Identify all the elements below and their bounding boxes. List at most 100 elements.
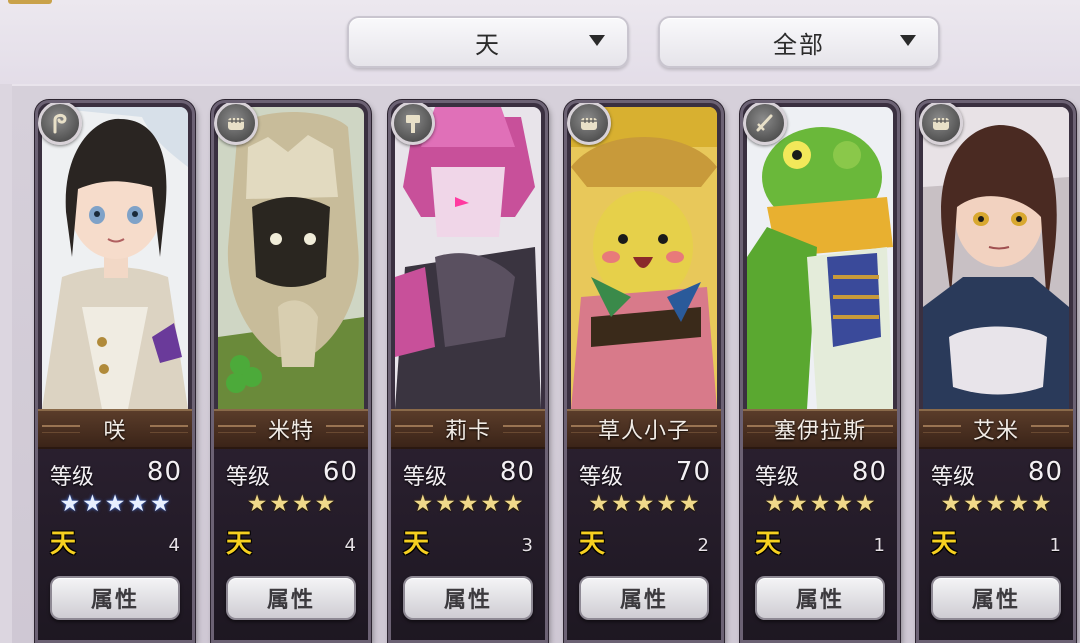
level-value: 60	[322, 457, 358, 487]
rank-badge: 天	[226, 529, 253, 559]
character-card[interactable]: 草人小子 等级 70 ★ ★ ★ ★ ★ 天 2 属性	[564, 100, 724, 643]
star-icon: ★	[764, 491, 786, 517]
character-info: 等级 80 ★ ★ ★ ★ ★ 天 4 属性	[38, 449, 192, 640]
level-label: 等级	[226, 465, 271, 490]
level-value: 80	[499, 457, 535, 487]
category-filter-label: 全部	[773, 30, 825, 59]
name-bar: 草人小子	[567, 409, 721, 449]
star-icon: ★	[832, 491, 853, 517]
character-card[interactable]: 莉卡 等级 80 ★ ★ ★ ★ ★ 天 3 属性	[388, 100, 548, 643]
star-rating: ★ ★ ★ ★ ★	[401, 491, 535, 517]
character-portrait	[923, 107, 1069, 409]
star-icon: ★	[246, 491, 268, 517]
star-icon: ★	[59, 491, 81, 517]
star-icon: ★	[457, 491, 479, 517]
hammer-icon	[391, 103, 435, 145]
level-label: 等级	[931, 465, 976, 490]
level-label: 等级	[755, 465, 800, 490]
character-info: 等级 70 ★ ★ ★ ★ ★ 天 2 属性	[567, 449, 721, 640]
star-icon: ★	[787, 491, 808, 517]
character-card[interactable]: 米特 等级 60 ★ ★ ★ ★ 天 4 属性	[211, 100, 371, 643]
star-icon: ★	[314, 491, 336, 517]
character-name: 草人小子	[597, 419, 690, 444]
level-value: 70	[675, 457, 711, 487]
name-bar: 艾米	[919, 409, 1073, 449]
category-filter-dropdown[interactable]: 全部	[658, 16, 940, 68]
level-value: 80	[1027, 457, 1063, 487]
character-portrait	[395, 107, 541, 409]
star-icon: ★	[963, 491, 984, 517]
star-icon: ★	[809, 491, 831, 517]
star-icon: ★	[633, 491, 655, 517]
dropdown-arrow-icon	[900, 35, 916, 46]
star-rating: ★ ★ ★ ★ ★	[577, 491, 711, 517]
copy-count: 1	[873, 535, 885, 556]
whip-icon	[38, 103, 82, 145]
dropdown-arrow-icon	[589, 35, 605, 46]
star-icon: ★	[656, 491, 677, 517]
star-icon: ★	[127, 491, 148, 517]
star-icon: ★	[1008, 491, 1029, 517]
name-bar: 米特	[214, 409, 368, 449]
star-icon: ★	[82, 491, 103, 517]
menu-tab[interactable]	[8, 0, 52, 4]
star-icon: ★	[104, 491, 126, 517]
attribute-button[interactable]: 属性	[579, 576, 709, 620]
character-portrait	[42, 107, 188, 409]
character-card[interactable]: 艾米 等级 80 ★ ★ ★ ★ ★ 天 1 属性	[916, 100, 1076, 643]
star-icon: ★	[1030, 491, 1052, 517]
rank-badge: 天	[931, 529, 958, 559]
level-label: 等级	[403, 465, 448, 490]
character-name: 咲	[103, 419, 127, 444]
attribute-button[interactable]: 属性	[931, 576, 1061, 620]
star-rating: ★ ★ ★ ★ ★	[48, 491, 182, 517]
rank-badge: 天	[403, 529, 430, 559]
character-name: 艾米	[972, 419, 1019, 444]
name-bar: 咲	[38, 409, 192, 449]
star-icon: ★	[292, 491, 313, 517]
level-label: 等级	[50, 465, 95, 490]
character-info: 等级 80 ★ ★ ★ ★ ★ 天 3 属性	[391, 449, 545, 640]
sword-icon	[743, 103, 787, 145]
character-portrait	[218, 107, 364, 409]
star-rating: ★ ★ ★ ★	[224, 491, 358, 517]
star-icon: ★	[412, 491, 434, 517]
star-icon: ★	[269, 491, 290, 517]
star-icon: ★	[588, 491, 610, 517]
star-icon: ★	[940, 491, 962, 517]
character-info: 等级 60 ★ ★ ★ ★ 天 4 属性	[214, 449, 368, 640]
attribute-button[interactable]: 属性	[755, 576, 885, 620]
fist-icon	[214, 103, 258, 145]
rarity-filter-label: 天	[475, 30, 501, 59]
character-card[interactable]: 塞伊拉斯 等级 80 ★ ★ ★ ★ ★ 天 1 属性	[740, 100, 900, 643]
level-label: 等级	[579, 465, 624, 490]
star-icon: ★	[149, 491, 171, 517]
star-icon: ★	[502, 491, 524, 517]
rank-badge: 天	[50, 529, 77, 559]
attribute-button[interactable]: 属性	[403, 576, 533, 620]
copy-count: 1	[1049, 535, 1061, 556]
character-name: 莉卡	[444, 419, 491, 444]
attribute-button[interactable]: 属性	[50, 576, 180, 620]
character-portrait	[747, 107, 893, 409]
copy-count: 2	[697, 535, 709, 556]
star-icon: ★	[435, 491, 456, 517]
name-bar: 莉卡	[391, 409, 545, 449]
character-card[interactable]: 咲 等级 80 ★ ★ ★ ★ ★ 天 4 属性	[35, 100, 195, 643]
star-icon: ★	[854, 491, 876, 517]
character-name: 米特	[267, 419, 314, 444]
character-info: 等级 80 ★ ★ ★ ★ ★ 天 1 属性	[919, 449, 1073, 640]
level-value: 80	[851, 457, 887, 487]
level-value: 80	[146, 457, 182, 487]
copy-count: 4	[344, 535, 356, 556]
star-rating: ★ ★ ★ ★ ★	[929, 491, 1063, 517]
star-icon: ★	[985, 491, 1007, 517]
fist-icon	[567, 103, 611, 145]
attribute-button[interactable]: 属性	[226, 576, 356, 620]
top-bar: 天 全部	[0, 0, 1080, 84]
character-info: 等级 80 ★ ★ ★ ★ ★ 天 1 属性	[743, 449, 897, 640]
character-portrait	[571, 107, 717, 409]
copy-count: 4	[168, 535, 180, 556]
rarity-filter-dropdown[interactable]: 天	[347, 16, 629, 68]
rank-badge: 天	[579, 529, 606, 559]
